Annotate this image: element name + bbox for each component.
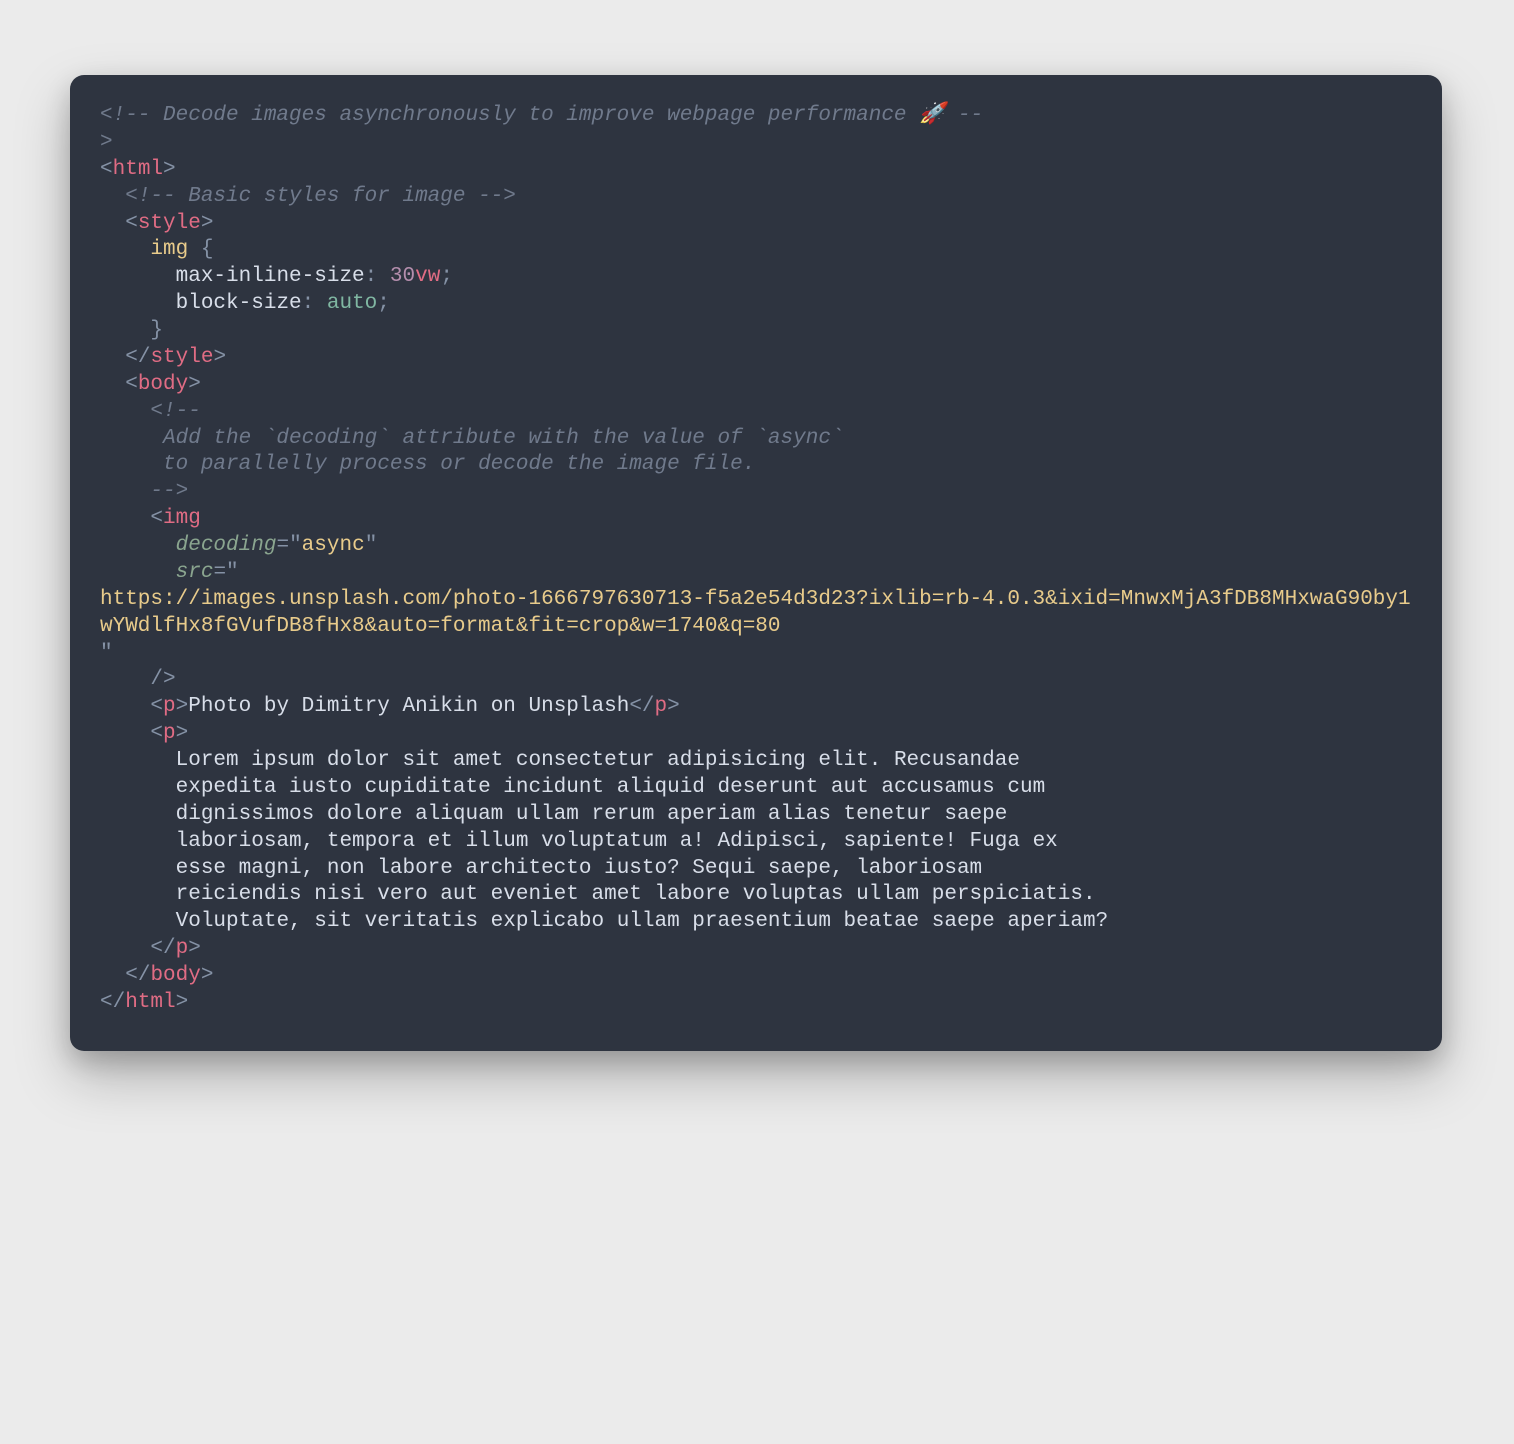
- quote-open-1: ": [289, 534, 302, 557]
- css-selector-img: img: [150, 238, 188, 261]
- css-val-auto: auto: [327, 292, 377, 315]
- p1-close-lt: </: [629, 695, 654, 718]
- body-open-lt: <: [125, 373, 138, 396]
- style-close-gt: >: [213, 346, 226, 369]
- body-close-gt: >: [201, 964, 214, 987]
- img-open-lt: <: [150, 507, 163, 530]
- body-close-lt: </: [125, 964, 150, 987]
- comment-block-line1: Add the `decoding` attribute with the va…: [163, 427, 844, 450]
- html-tag-close: html: [125, 991, 175, 1014]
- style-open-gt: >: [201, 212, 214, 235]
- quote-close-1: ": [365, 534, 378, 557]
- lorem-line1: Lorem ipsum dolor sit amet consectetur a…: [176, 749, 1020, 772]
- css-colon-1: :: [365, 265, 378, 288]
- p2-tag-close: p: [176, 937, 189, 960]
- html-open-lt: <: [100, 158, 113, 181]
- p1-text: Photo by Dimitry Anikin on Unsplash: [188, 695, 629, 718]
- comment-block-open: <!--: [150, 400, 200, 423]
- p1-open-lt: <: [150, 695, 163, 718]
- html-close-lt: </: [100, 991, 125, 1014]
- eq-2: =: [213, 561, 226, 584]
- p2-close-gt: >: [188, 937, 201, 960]
- comment-block-line2: to parallelly process or decode the imag…: [163, 453, 755, 476]
- val-url: https://images.unsplash.com/photo-166679…: [100, 588, 1411, 638]
- lorem-line7: Voluptate, sit veritatis explicabo ullam…: [176, 910, 1109, 933]
- eq-1: =: [276, 534, 289, 557]
- lorem-line5: esse magni, non labore architecto iusto?…: [176, 857, 983, 880]
- css-brace-close: }: [150, 319, 163, 342]
- css-colon-2: :: [302, 292, 315, 315]
- comment-styles: <!-- Basic styles for image -->: [125, 185, 516, 208]
- css-semi-1: ;: [440, 265, 453, 288]
- css-num-30: 30: [390, 265, 415, 288]
- comment-top-line2: >: [100, 131, 113, 154]
- body-tag-open: body: [138, 373, 188, 396]
- lorem-line2: expedita iusto cupiditate incidunt aliqu…: [176, 776, 1046, 799]
- img-tag: img: [163, 507, 201, 530]
- style-open-lt: <: [125, 212, 138, 235]
- css-prop-block-size: block-size: [176, 292, 302, 315]
- lorem-line4: laboriosam, tempora et illum voluptatum …: [176, 830, 1058, 853]
- p2-open-lt: <: [150, 722, 163, 745]
- comment-top-line1: <!-- Decode images asynchronously to imp…: [100, 104, 983, 127]
- html-tag: html: [113, 158, 163, 181]
- p2-close-lt: </: [150, 937, 175, 960]
- css-prop-max-inline-size: max-inline-size: [176, 265, 365, 288]
- quote-open-2: ": [226, 561, 239, 584]
- p1-open-gt: >: [176, 695, 189, 718]
- style-tag-open: style: [138, 212, 201, 235]
- code-block: <!-- Decode images asynchronously to imp…: [100, 103, 1412, 1017]
- code-card: <!-- Decode images asynchronously to imp…: [70, 75, 1442, 1051]
- p1-tag-close: p: [655, 695, 668, 718]
- style-tag-close: style: [150, 346, 213, 369]
- comment-block-close: -->: [150, 480, 188, 503]
- html-open-gt: >: [163, 158, 176, 181]
- quote-close-2: ": [100, 642, 113, 665]
- attr-decoding: decoding: [176, 534, 277, 557]
- p2-tag-open: p: [163, 722, 176, 745]
- sp1: [377, 265, 390, 288]
- stage: <!-- Decode images asynchronously to imp…: [0, 0, 1514, 1444]
- css-semi-2: ;: [377, 292, 390, 315]
- style-close-lt: </: [125, 346, 150, 369]
- p1-tag-open: p: [163, 695, 176, 718]
- lorem-line3: dignissimos dolore aliquam ullam rerum a…: [176, 803, 1008, 826]
- img-selfclose: />: [150, 668, 175, 691]
- p2-open-gt: >: [176, 722, 189, 745]
- body-tag-close: body: [150, 964, 200, 987]
- css-unit-vw: vw: [415, 265, 440, 288]
- sp2: [314, 292, 327, 315]
- css-brace-open: {: [188, 238, 213, 261]
- val-async: async: [302, 534, 365, 557]
- body-open-gt: >: [188, 373, 201, 396]
- attr-src: src: [176, 561, 214, 584]
- lorem-line6: reiciendis nisi vero aut eveniet amet la…: [176, 883, 1096, 906]
- html-close-gt: >: [176, 991, 189, 1014]
- p1-close-gt: >: [667, 695, 680, 718]
